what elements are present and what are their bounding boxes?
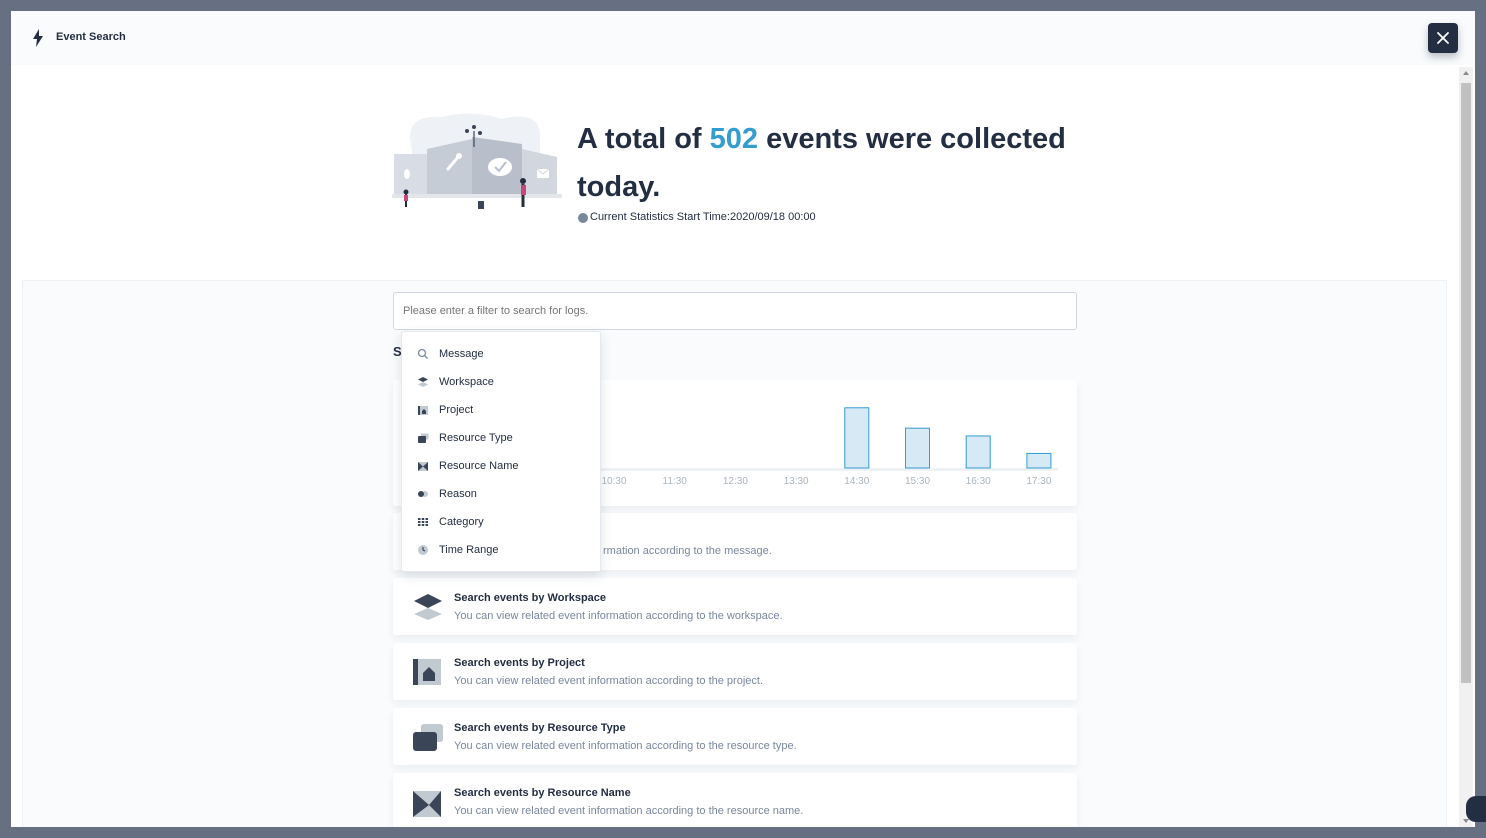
resource-name-icon xyxy=(413,791,441,817)
hero-illustration xyxy=(392,113,562,209)
dropdown-item-message[interactable]: Message xyxy=(402,340,600,368)
event-search-modal: Event Search A total of 502 events were … xyxy=(11,11,1475,827)
headline-prefix: A total of xyxy=(577,123,710,155)
search-card-resource-name[interactable]: Search events by Resource Name You can v… xyxy=(393,773,1077,827)
dropdown-item-label: Time Range xyxy=(439,544,499,556)
resource-type-icon xyxy=(413,724,443,751)
dropdown-item-label: Resource Type xyxy=(439,432,513,444)
card-title: Search events by Resource Type xyxy=(454,722,626,734)
card-title: Search events by Workspace xyxy=(454,592,607,604)
dropdown-item-project[interactable]: Project xyxy=(402,396,600,424)
help-tab[interactable] xyxy=(1466,796,1486,822)
chart-bar[interactable] xyxy=(1026,452,1052,469)
dropdown-item-reason[interactable]: Reason xyxy=(402,480,600,508)
reason-icon xyxy=(417,488,429,500)
chart-bar[interactable] xyxy=(844,407,870,469)
page-headline: A total of 502 events were collected tod… xyxy=(577,115,1097,211)
dropdown-item-label: Category xyxy=(439,516,484,528)
log-search-box[interactable] xyxy=(393,292,1077,330)
card-desc: You can view related event information a… xyxy=(454,805,804,817)
search-card-workspace[interactable]: Search events by Workspace You can view … xyxy=(393,578,1077,635)
modal-header: Event Search xyxy=(11,11,1475,65)
dropdown-item-resource-name[interactable]: Resource Name xyxy=(402,452,600,480)
workspace-icon xyxy=(414,594,442,620)
log-search-input[interactable] xyxy=(394,293,1076,329)
dropdown-item-label: Reason xyxy=(439,488,477,500)
chart-bar[interactable] xyxy=(965,435,991,469)
dropdown-item-label: Message xyxy=(439,348,484,360)
close-button[interactable] xyxy=(1428,23,1458,53)
modal-title: Event Search xyxy=(56,31,126,43)
dropdown-item-label: Resource Name xyxy=(439,460,519,472)
vertical-scrollbar[interactable] xyxy=(1459,67,1473,827)
card-title: Search events by Project xyxy=(454,657,585,669)
search-card-resource-type[interactable]: Search events by Resource Type You can v… xyxy=(393,708,1077,765)
search-card-project[interactable]: Search events by Project You can view re… xyxy=(393,643,1077,700)
scroll-up-arrow-icon[interactable] xyxy=(1463,71,1469,75)
chart-bar[interactable] xyxy=(905,427,930,469)
resource-type-icon xyxy=(417,432,429,444)
stat-time-text: Current Statistics Start Time:2020/09/18… xyxy=(590,211,816,223)
dropdown-item-workspace[interactable]: Workspace xyxy=(402,368,600,396)
dropdown-item-category[interactable]: Category xyxy=(402,508,600,536)
filter-dropdown-menu: Message Workspace Project Resource Type … xyxy=(401,331,601,572)
project-icon xyxy=(417,404,429,416)
search-icon xyxy=(417,348,429,360)
card-desc: You can view related event information a… xyxy=(454,740,797,752)
dropdown-item-resource-type[interactable]: Resource Type xyxy=(402,424,600,452)
card-title: Search events by Resource Name xyxy=(454,787,631,799)
chart-x-tick-label: 15:30 xyxy=(905,476,930,487)
category-icon xyxy=(417,516,429,528)
clock-icon xyxy=(417,544,429,556)
chart-x-tick-label: 13:30 xyxy=(784,476,809,487)
clock-icon xyxy=(578,213,588,223)
dropdown-item-label: Workspace xyxy=(439,376,494,388)
workspace-icon xyxy=(417,376,429,388)
chart-x-tick-label: 10:30 xyxy=(601,476,626,487)
dropdown-item-label: Project xyxy=(439,404,474,416)
scroll-down-arrow-icon[interactable] xyxy=(1463,819,1469,823)
chart-x-tick-label: 14:30 xyxy=(844,476,869,487)
card-desc: You can view related event information a… xyxy=(454,675,763,687)
chart-x-tick-label: 16:30 xyxy=(966,476,991,487)
lightning-bolt-icon xyxy=(33,29,43,47)
statistics-start-time: Current Statistics Start Time:2020/09/18… xyxy=(578,211,816,223)
event-count: 502 xyxy=(709,123,759,155)
dropdown-item-time-range[interactable]: Time Range xyxy=(402,536,600,564)
chart-x-tick-label: 12:30 xyxy=(723,476,748,487)
card-desc: You can view related event information a… xyxy=(454,610,783,622)
close-icon xyxy=(1437,32,1449,44)
chart-x-tick-label: 17:30 xyxy=(1026,476,1051,487)
chart-x-tick-label: 11:30 xyxy=(663,476,688,487)
scrollbar-thumb[interactable] xyxy=(1461,83,1471,683)
resource-name-icon xyxy=(417,460,429,472)
card-desc: rmation according to the message. xyxy=(603,545,772,557)
project-icon xyxy=(413,659,441,685)
